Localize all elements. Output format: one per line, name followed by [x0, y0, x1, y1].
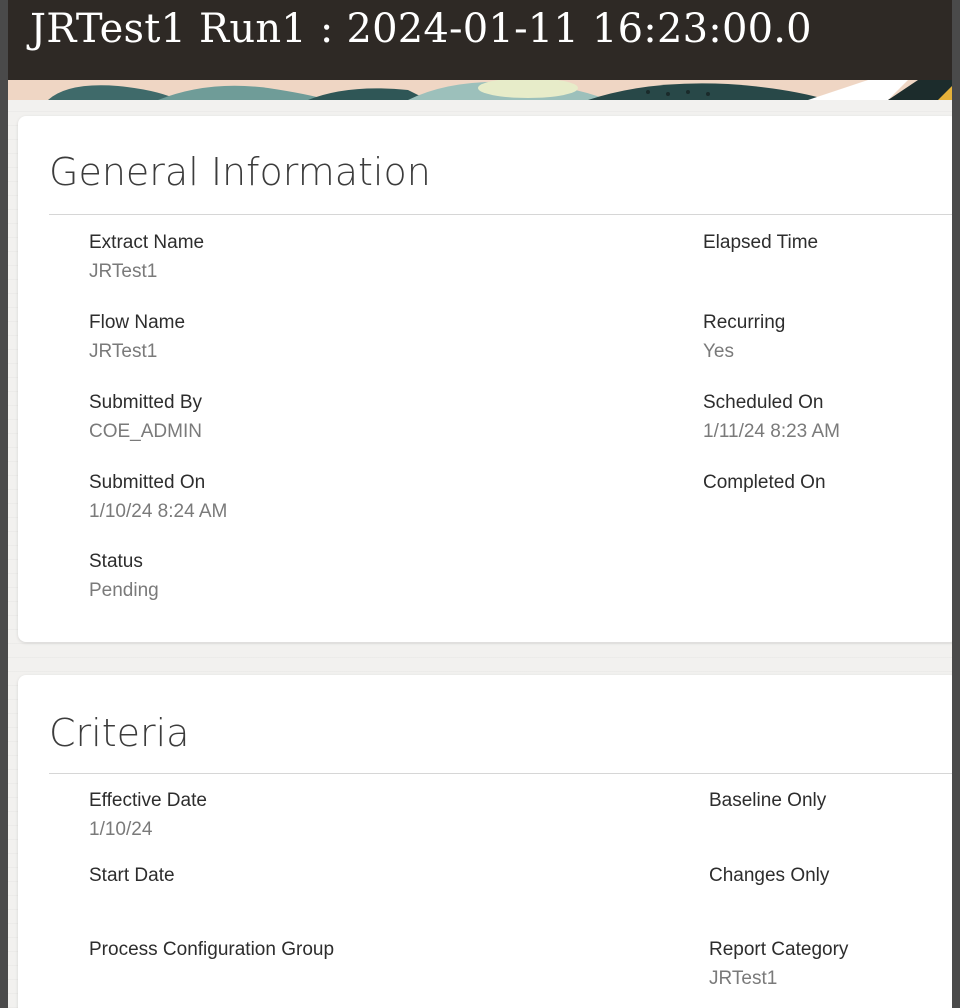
field-value	[89, 893, 175, 917]
page-title: JRTest1 Run1 : 2024-01-11 16:23:00.0	[30, 6, 812, 52]
field-value: 1/10/24 8:24 AM	[89, 501, 228, 522]
field-label: Baseline Only	[709, 790, 827, 811]
field-label: Effective Date	[89, 790, 207, 811]
app-window: JRTest1 Run1 : 2024-01-11 16:23:00.0 Gen…	[8, 0, 952, 1008]
section-heading: General Information	[49, 150, 431, 194]
field-recurring: Recurring Yes	[703, 311, 785, 364]
field-label: Changes Only	[709, 865, 830, 886]
field-label: Recurring	[703, 312, 786, 333]
field-value	[709, 818, 826, 842]
criteria-card: Criteria Effective Date 1/10/24 Start Da…	[18, 675, 952, 1008]
field-completed-on: Completed On	[703, 471, 826, 524]
field-label: Extract Name	[89, 232, 205, 253]
field-submitted-on: Submitted On 1/10/24 8:24 AM	[89, 471, 227, 524]
field-value: 1/11/24 8:23 AM	[703, 421, 840, 442]
field-label: Elapsed Time	[703, 232, 819, 253]
field-process-configuration-group: Process Configuration Group	[89, 938, 334, 991]
section-heading: Criteria	[49, 711, 190, 755]
field-value	[89, 967, 334, 991]
field-submitted-by: Submitted By COE_ADMIN	[89, 391, 202, 444]
field-value	[703, 260, 818, 284]
field-value: Pending	[89, 580, 159, 601]
field-label: Status	[89, 551, 143, 572]
field-start-date: Start Date	[89, 864, 175, 917]
field-report-category: Report Category JRTest1	[709, 938, 848, 991]
field-elapsed-time: Elapsed Time	[703, 231, 818, 284]
general-information-card: General Information Extract Name JRTest1…	[18, 116, 952, 642]
field-label: Submitted By	[89, 392, 202, 413]
decorative-banner	[8, 80, 952, 100]
field-value	[709, 893, 829, 917]
field-value: JRTest1	[89, 341, 158, 362]
field-label: Start Date	[89, 865, 175, 886]
field-label: Completed On	[703, 472, 826, 493]
field-baseline-only: Baseline Only	[709, 789, 826, 842]
field-changes-only: Changes Only	[709, 864, 829, 917]
page-header: JRTest1 Run1 : 2024-01-11 16:23:00.0	[8, 0, 952, 80]
field-scheduled-on: Scheduled On 1/11/24 8:23 AM	[703, 391, 840, 444]
field-extract-name: Extract Name JRTest1	[89, 231, 204, 284]
field-value: Yes	[703, 341, 734, 362]
field-value	[703, 500, 826, 524]
field-value: JRTest1	[709, 968, 778, 989]
field-flow-name: Flow Name JRTest1	[89, 311, 185, 364]
divider	[49, 214, 952, 215]
field-status: Status Pending	[89, 550, 159, 603]
field-label: Scheduled On	[703, 392, 824, 413]
field-label: Flow Name	[89, 312, 186, 333]
field-value: 1/10/24	[89, 819, 153, 840]
field-value: JRTest1	[89, 261, 158, 282]
field-value: COE_ADMIN	[89, 421, 202, 442]
field-label: Submitted On	[89, 472, 206, 493]
field-effective-date: Effective Date 1/10/24	[89, 789, 207, 842]
field-label: Process Configuration Group	[89, 939, 335, 960]
divider	[49, 773, 952, 774]
field-label: Report Category	[709, 939, 849, 960]
